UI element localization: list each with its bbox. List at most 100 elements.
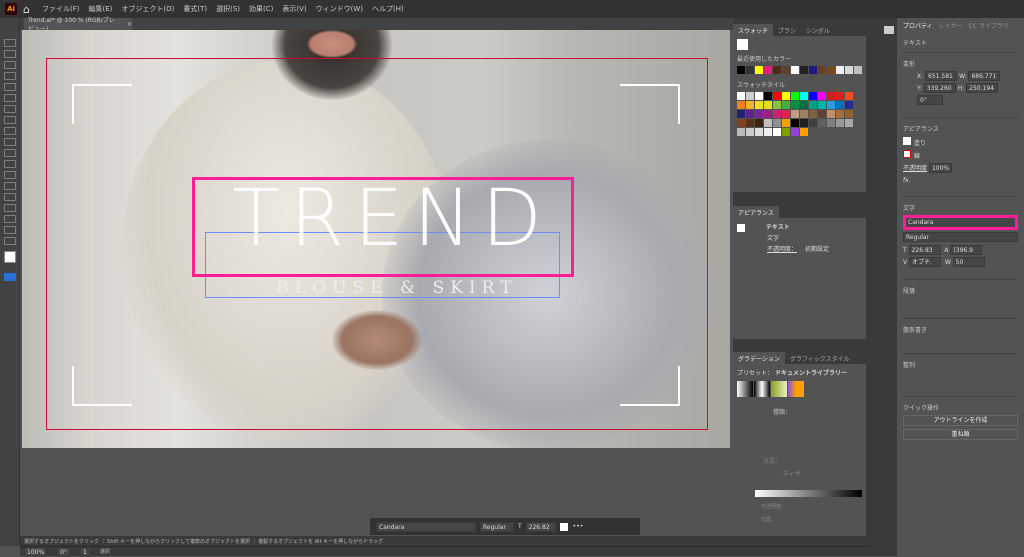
swatch[interactable] (746, 66, 754, 74)
line-tool-icon[interactable] (4, 193, 16, 201)
menu-file[interactable]: ファイル(F) (42, 4, 80, 14)
swatch[interactable] (782, 66, 790, 74)
tab-cc-libraries[interactable]: CC ライブラリ (968, 21, 1008, 30)
swatch[interactable] (827, 101, 835, 109)
swatch[interactable] (764, 101, 772, 109)
swatch[interactable] (764, 66, 772, 74)
menu-view[interactable]: 表示(V) (282, 4, 306, 14)
swatch[interactable] (809, 119, 817, 127)
swatch[interactable] (809, 92, 817, 100)
menu-effect[interactable]: 効果(C) (249, 4, 273, 14)
swatch[interactable] (782, 119, 790, 127)
fill-swatch[interactable] (903, 137, 911, 145)
swatch[interactable] (746, 110, 754, 118)
ctx-fill-swatch[interactable] (559, 522, 568, 531)
direct-selection-tool-icon[interactable] (4, 50, 16, 58)
gradient-preset[interactable] (771, 381, 787, 397)
swatch[interactable] (755, 66, 763, 74)
swatch[interactable] (773, 128, 781, 136)
rotation-field[interactable]: 0° (917, 95, 943, 105)
swatch[interactable] (800, 119, 808, 127)
swatch[interactable] (800, 66, 808, 74)
swatch[interactable] (746, 92, 754, 100)
scale-tool-icon[interactable] (4, 149, 16, 157)
swatch[interactable] (818, 92, 826, 100)
selection-tool-icon[interactable] (4, 39, 16, 47)
swatch[interactable] (764, 119, 772, 127)
swatch[interactable] (737, 110, 745, 118)
swatch[interactable] (845, 66, 853, 74)
menu-edit[interactable]: 編集(E) (88, 4, 112, 14)
artboard-field[interactable]: 1 (79, 546, 90, 557)
fill-stroke-icon[interactable] (737, 39, 748, 50)
swatch[interactable] (782, 110, 790, 118)
gradient-preset[interactable] (788, 381, 804, 397)
fx-button[interactable]: fx. (903, 177, 1018, 184)
swatch[interactable] (818, 119, 826, 127)
comments-icon[interactable] (884, 26, 894, 34)
swatch[interactable] (755, 119, 763, 127)
swatch[interactable] (809, 101, 817, 109)
swatch[interactable] (800, 128, 808, 136)
menu-select[interactable]: 選択(S) (216, 4, 240, 14)
swatch[interactable] (791, 128, 799, 136)
leading-field[interactable]: (396.9 (950, 245, 983, 255)
swatch[interactable] (782, 128, 790, 136)
swatch[interactable] (746, 101, 754, 109)
swatch[interactable] (755, 110, 763, 118)
font-size-field[interactable]: 226.83 (908, 245, 941, 255)
artboard[interactable]: TREND BLOUSE & SKIRT (22, 30, 730, 448)
kerning-field[interactable]: オプチ. (909, 257, 942, 267)
dither-checkbox[interactable]: ディザ (733, 465, 866, 478)
stroke-swatch[interactable] (903, 150, 911, 158)
tracking-field[interactable]: 50 (952, 257, 985, 267)
rectangle-tool-icon[interactable] (4, 83, 16, 91)
swatch[interactable] (764, 92, 772, 100)
edit-toolbar-icon[interactable] (4, 273, 16, 281)
tab-appearance[interactable]: アピアランス (733, 206, 779, 218)
swatch[interactable] (773, 101, 781, 109)
gradient-slider[interactable] (755, 490, 862, 497)
fill-swatch[interactable] (4, 251, 16, 263)
shape-builder-tool-icon[interactable] (4, 171, 16, 179)
opacity-link[interactable]: 不透明度： (767, 246, 797, 253)
swatch[interactable] (764, 128, 772, 136)
w-field[interactable]: 686.771 (968, 71, 1001, 81)
ctx-size-field[interactable]: 226.82 (525, 521, 556, 532)
magic-wand-tool-icon[interactable] (4, 61, 16, 69)
width-tool-icon[interactable] (4, 160, 16, 168)
type-tool-icon[interactable] (4, 182, 16, 190)
menu-help[interactable]: ヘルプ(H) (372, 4, 404, 14)
swatch[interactable] (800, 92, 808, 100)
gradient-preset[interactable] (754, 381, 770, 397)
rotate-tool-icon[interactable] (4, 138, 16, 146)
font-family-dropdown[interactable]: Candara (903, 215, 1018, 230)
appearance-sub[interactable]: 文字 (737, 233, 862, 244)
ctx-font-dropdown[interactable]: Candara (376, 521, 476, 532)
close-icon[interactable]: × (127, 21, 132, 28)
tab-graphic-styles[interactable]: グラフィックスタイル (785, 352, 855, 364)
font-style-dropdown[interactable]: Regular (903, 232, 1018, 242)
arrange-button[interactable]: 重ね順 (903, 429, 1018, 440)
menu-type[interactable]: 書式(T) (183, 4, 207, 14)
swatch[interactable] (845, 101, 853, 109)
brush-tool-icon[interactable] (4, 105, 16, 113)
swatch[interactable] (827, 110, 835, 118)
gradient-preset[interactable] (737, 381, 753, 397)
swatch[interactable] (755, 92, 763, 100)
swatch[interactable] (773, 92, 781, 100)
swatch[interactable] (737, 92, 745, 100)
swatch[interactable] (791, 92, 799, 100)
document-tab[interactable]: Trend.ai* @ 100 % (RGB/プレビュー)× (24, 17, 132, 33)
tab-symbols[interactable]: シンボル (801, 24, 835, 36)
tab-brushes[interactable]: ブラシ (773, 24, 801, 36)
menu-window[interactable]: ウィンドウ(W) (316, 4, 363, 14)
eyedropper-tool-icon[interactable] (4, 215, 16, 223)
swatch[interactable] (827, 119, 835, 127)
home-icon[interactable]: ⌂ (23, 3, 30, 16)
pencil-tool-icon[interactable] (4, 116, 16, 124)
swatch[interactable] (773, 110, 781, 118)
ellipse-tool-icon[interactable] (4, 94, 16, 102)
swatch[interactable] (845, 92, 853, 100)
swatch[interactable] (773, 119, 781, 127)
